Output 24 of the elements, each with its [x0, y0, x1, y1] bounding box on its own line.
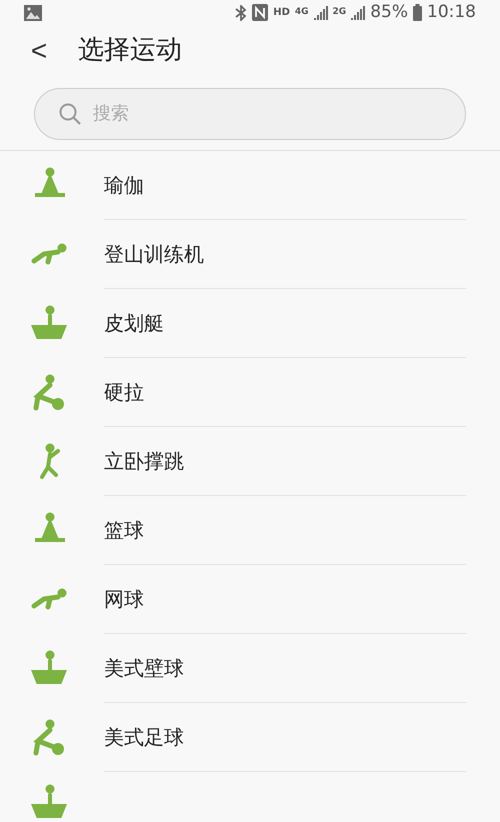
hd-label: HD	[273, 6, 290, 20]
sport-item[interactable]: 皮划艇	[104, 308, 164, 338]
sport-item[interactable]: 瑜伽	[104, 170, 144, 200]
signal-icon	[351, 6, 366, 20]
image-icon	[24, 4, 42, 21]
sport-item[interactable]: 篮球	[104, 514, 144, 544]
search-icon	[58, 102, 82, 126]
sport-item[interactable]: 登山训练机	[104, 238, 204, 268]
sport-item[interactable]: 美式足球	[104, 722, 184, 752]
signal-icon	[314, 6, 328, 20]
network-label: 2G	[332, 6, 346, 19]
sport-item[interactable]: 网球	[104, 584, 144, 614]
sport-item[interactable]: 立卧撑跳	[104, 446, 184, 476]
battery-percent: 85%	[370, 1, 408, 24]
sport-item[interactable]: 美式壁球	[104, 652, 184, 682]
network-label: 4G	[294, 6, 309, 19]
bluetooth-icon	[235, 4, 248, 21]
back-button[interactable]: <	[0, 26, 78, 76]
battery-icon	[413, 4, 422, 22]
page-title: 选择运动	[78, 34, 182, 67]
nfc-icon	[252, 4, 268, 22]
clock: 10:18	[427, 1, 476, 24]
search-field[interactable]: 搜索	[34, 88, 466, 140]
sport-item[interactable]: 硬拉	[104, 376, 144, 406]
